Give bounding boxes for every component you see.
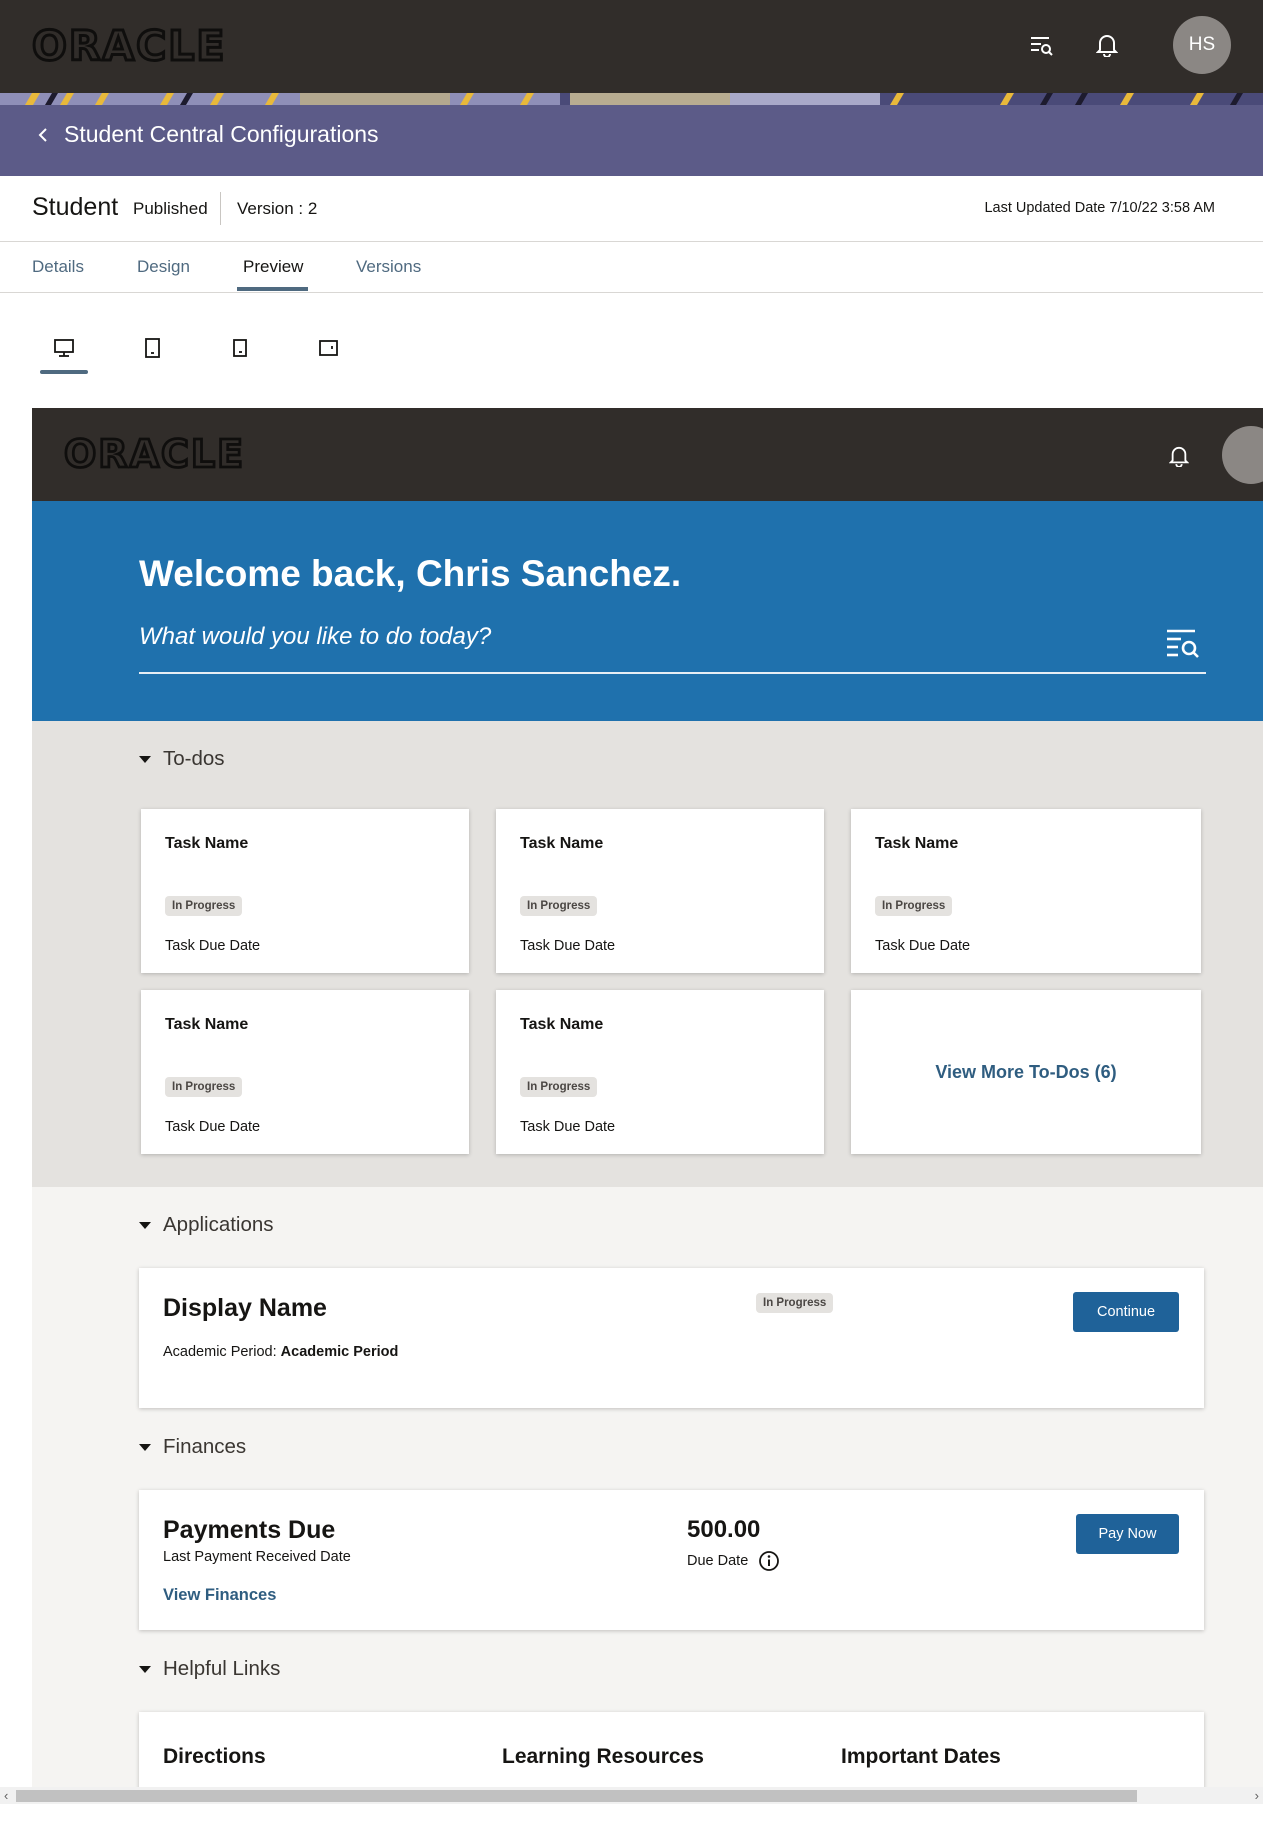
page-banner: Student Central Configurations [0, 93, 1263, 176]
helpful-links-header[interactable]: Helpful Links [139, 1657, 280, 1681]
task-name: Task Name [875, 835, 959, 852]
task-name: Task Name [520, 835, 604, 852]
finances-card: Payments Due Last Payment Received Date … [139, 1490, 1204, 1630]
task-name: Task Name [165, 835, 249, 852]
oracle-logo[interactable]: ORACLE [30, 21, 226, 72]
app-root: { "app": { "logo": "ORACLE", "avatar_ini… [0, 0, 1263, 1839]
preview-bell-icon[interactable] [1162, 439, 1196, 473]
status-badge: In Progress [520, 896, 598, 916]
finances-heading: Finances [163, 1435, 247, 1458]
publish-status: Published [133, 199, 208, 218]
version-label: Version : 2 [237, 199, 318, 218]
task-due-date: Task Due Date [875, 938, 971, 954]
view-more-card[interactable]: View More To-Dos (6) [851, 990, 1201, 1154]
preview-avatar[interactable] [1222, 426, 1263, 484]
page-title: Student [32, 193, 119, 221]
caret-down-icon [139, 1443, 151, 1451]
banner-pattern [0, 93, 1263, 105]
status-badge: In Progress [165, 896, 243, 916]
pay-now-button[interactable]: Pay Now [1076, 1514, 1179, 1554]
due-date-row: Due Date [687, 1550, 780, 1572]
info-icon[interactable] [758, 1550, 780, 1572]
last-updated: Last Updated Date 7/10/22 3:58 AM [984, 200, 1215, 216]
academic-period: Academic Period: Academic Period [163, 1344, 398, 1360]
task-name: Task Name [520, 1016, 604, 1033]
device-switcher [0, 320, 400, 376]
helpful-links-heading: Helpful Links [163, 1657, 281, 1680]
search-list-icon[interactable] [1165, 627, 1201, 659]
search-list-icon[interactable] [1025, 29, 1059, 63]
caret-down-icon [139, 1665, 151, 1673]
task-due-date: Task Due Date [520, 938, 616, 954]
active-device-indicator [40, 370, 88, 374]
link-directions[interactable]: Directions [163, 1745, 266, 1769]
view-finances-link[interactable]: View Finances [163, 1586, 276, 1605]
horizontal-scrollbar[interactable]: ‹ › [0, 1787, 1263, 1804]
caret-down-icon [139, 1221, 151, 1229]
preview-top-bar: ORACLE [32, 408, 1263, 501]
welcome-title: Welcome back, Chris Sanchez. [139, 553, 682, 594]
tab-details[interactable]: Details [32, 257, 84, 277]
continue-button[interactable]: Continue [1073, 1292, 1179, 1332]
page-header: Student Published Version : 2 Last Updat… [0, 176, 1263, 242]
status-badge: In Progress [165, 1077, 243, 1097]
application-card: Display Name Academic Period: Academic P… [139, 1268, 1204, 1408]
tab-design[interactable]: Design [137, 257, 190, 277]
search-prompt[interactable]: What would you like to do today? [139, 623, 491, 651]
academic-period-label: Academic Period: [163, 1344, 277, 1360]
user-avatar[interactable]: HS [1173, 16, 1231, 74]
task-card[interactable]: Task Name In Progress Task Due Date [496, 990, 824, 1154]
scrollbar-thumb[interactable] [16, 1790, 1137, 1802]
task-name: Task Name [165, 1016, 249, 1033]
link-important-dates[interactable]: Important Dates [841, 1745, 1001, 1769]
status-badge: In Progress [756, 1293, 834, 1313]
application-display-name: Display Name [163, 1294, 327, 1322]
preview-oracle-logo: ORACLE [63, 431, 246, 478]
scroll-left-icon[interactable]: ‹ [4, 1788, 8, 1803]
finances-header[interactable]: Finances [139, 1435, 246, 1459]
welcome-banner: Welcome back, Chris Sanchez. What would … [32, 501, 1263, 721]
payments-due-title: Payments Due [163, 1516, 336, 1544]
due-date-label: Due Date [687, 1553, 749, 1569]
search-underline [139, 672, 1206, 674]
view-more-todos-link[interactable]: View More To-Dos (6) [851, 990, 1201, 1154]
tab-preview[interactable]: Preview [243, 257, 303, 277]
task-due-date: Task Due Date [165, 938, 261, 954]
applications-heading: Applications [163, 1213, 274, 1236]
scroll-right-icon[interactable]: › [1255, 1788, 1259, 1803]
phone-icon[interactable] [226, 334, 254, 362]
todos-header[interactable]: To-dos [139, 747, 225, 771]
bell-icon[interactable] [1090, 28, 1124, 62]
task-card[interactable]: Task Name In Progress Task Due Date [141, 990, 469, 1154]
academic-period-value: Academic Period [280, 1344, 399, 1360]
link-learning-resources[interactable]: Learning Resources [502, 1745, 704, 1769]
page-bottom [0, 1804, 1263, 1839]
last-payment-label: Last Payment Received Date [163, 1549, 351, 1565]
status-badge: In Progress [875, 896, 953, 916]
applications-header[interactable]: Applications [139, 1213, 274, 1237]
chevron-left-icon[interactable] [38, 127, 48, 143]
task-card[interactable]: Task Name In Progress Task Due Date [851, 809, 1201, 973]
tab-versions[interactable]: Versions [356, 257, 421, 277]
todos-heading: To-dos [163, 747, 225, 770]
task-due-date: Task Due Date [165, 1119, 261, 1135]
header-divider [220, 192, 221, 225]
preview-frame[interactable]: ORACLE Welcome back, Chris Sanchez. What… [32, 408, 1263, 1787]
todos-section: To-dos Task Name In Progress Task Due Da… [32, 721, 1263, 1187]
status-badge: In Progress [520, 1077, 598, 1097]
desktop-icon[interactable] [50, 334, 78, 362]
tablet-portrait-icon[interactable] [138, 334, 166, 362]
top-bar: ORACLE HS [0, 0, 1263, 93]
helpful-links-card: Directions Learning Resources Important … [139, 1712, 1204, 1787]
task-card[interactable]: Task Name In Progress Task Due Date [496, 809, 824, 973]
tablet-landscape-icon[interactable] [314, 334, 342, 362]
task-due-date: Task Due Date [520, 1119, 616, 1135]
task-card[interactable]: Task Name In Progress Task Due Date [141, 809, 469, 973]
caret-down-icon [139, 755, 151, 763]
amount-due: 500.00 [687, 1516, 761, 1543]
tab-bar: Details Design Preview Versions [0, 243, 1263, 293]
back-link[interactable]: Student Central Configurations [64, 121, 379, 148]
active-tab-indicator [237, 287, 308, 291]
